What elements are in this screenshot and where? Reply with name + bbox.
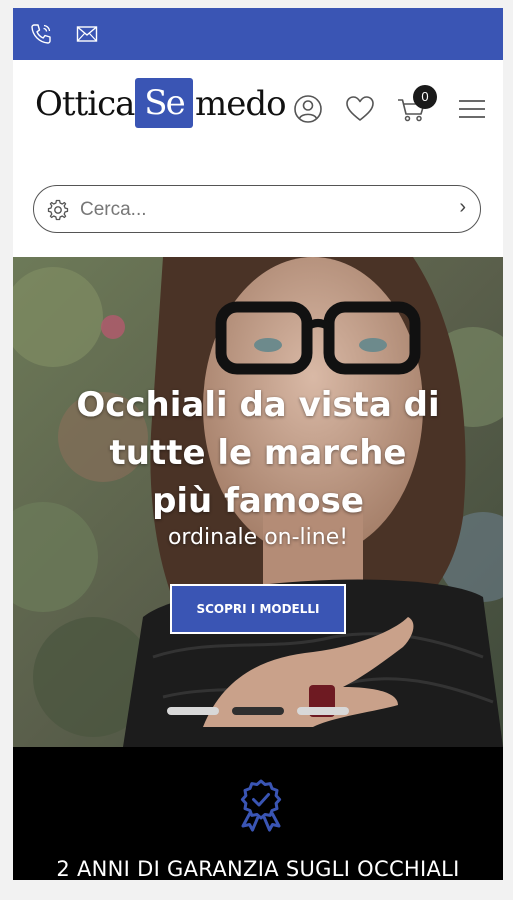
carousel-dot-2[interactable] [232, 707, 284, 715]
search-submit-chevron-icon[interactable]: › [459, 196, 466, 219]
logo-text-ottica: Ottica [35, 84, 135, 124]
carousel-dot-1[interactable] [167, 707, 219, 715]
carousel-dot-3[interactable] [297, 707, 349, 715]
gear-icon[interactable] [46, 198, 70, 222]
guarantee-section: 2 ANNI DI GARANZIA SUGLI OCCHIALI [13, 747, 503, 880]
award-ribbon-icon [240, 779, 282, 832]
discover-models-button[interactable]: SCOPRI I MODELLI [170, 584, 346, 634]
hero-banner: Occhiali da vista di tutte le marche più… [13, 257, 503, 747]
search-bar: › [33, 185, 481, 233]
user-icon[interactable] [291, 92, 325, 126]
page: Ottica Se medo 0 › [13, 8, 503, 880]
hero-subtitle: ordinale on-line! [167, 525, 349, 550]
search-input[interactable] [78, 194, 422, 226]
menu-icon[interactable] [455, 92, 489, 126]
logo-badge: Se [135, 78, 193, 128]
logo[interactable]: Ottica Se medo [35, 78, 287, 130]
hero-title-line-1: Occhiali da vista di [76, 385, 440, 425]
cart-count-badge: 0 [413, 85, 437, 109]
phone-icon[interactable] [29, 22, 53, 46]
heart-icon[interactable] [343, 92, 377, 126]
guarantee-text: 2 ANNI DI GARANZIA SUGLI OCCHIALI [56, 857, 460, 880]
carousel-dots [13, 707, 503, 717]
header: Ottica Se medo 0 [13, 60, 503, 180]
hero-title-line-2: tutte le marche [109, 433, 407, 473]
mail-icon[interactable] [75, 22, 99, 46]
logo-text-medo: medo [195, 84, 287, 124]
hero-title-line-3: più famose [152, 481, 364, 521]
contact-bar [13, 8, 503, 60]
